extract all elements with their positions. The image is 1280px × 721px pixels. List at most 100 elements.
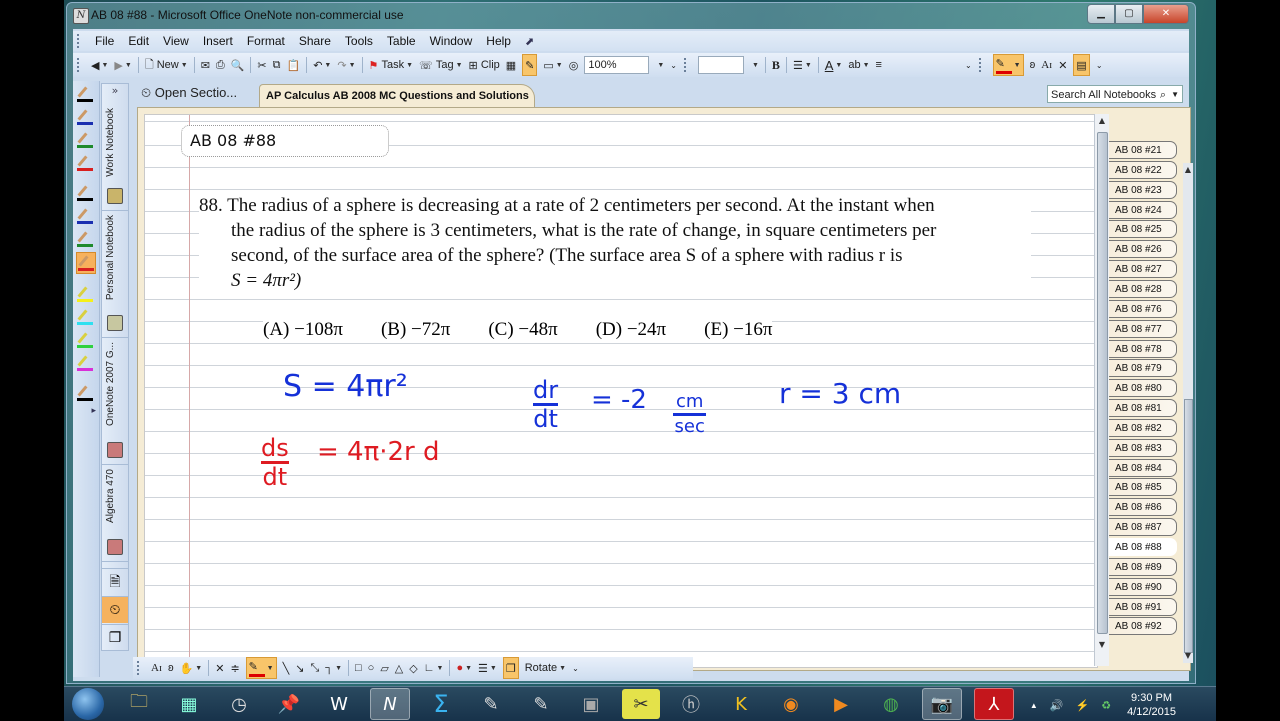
kpaint-icon[interactable]: K bbox=[722, 689, 760, 719]
search-icon[interactable]: ⌕ bbox=[1160, 86, 1166, 104]
pen-swatch[interactable] bbox=[76, 84, 96, 104]
calculator-icon[interactable]: ▣ bbox=[572, 689, 610, 719]
page-tab[interactable]: AB 08 #79 bbox=[1109, 359, 1177, 378]
page-tab[interactable]: AB 08 #87 bbox=[1109, 518, 1177, 537]
toolbar-grip[interactable] bbox=[77, 58, 82, 72]
pen-swatch[interactable] bbox=[76, 252, 96, 274]
page-tab[interactable]: AB 08 #88 bbox=[1109, 538, 1177, 556]
parallelogram-icon[interactable]: ▱ bbox=[380, 658, 388, 678]
pen-swatch[interactable] bbox=[76, 353, 96, 373]
font-color-button[interactable]: A ▼ bbox=[825, 55, 843, 75]
page-tab[interactable]: AB 08 #84 bbox=[1109, 458, 1177, 477]
page-view-icon[interactable]: ▤ bbox=[1073, 54, 1090, 76]
word-icon[interactable]: W bbox=[320, 689, 358, 719]
arrow-icon[interactable]: ↘ bbox=[295, 658, 304, 678]
zoom-dropdown-icon[interactable]: ▼ bbox=[655, 55, 664, 75]
menu-table[interactable]: Table bbox=[380, 34, 423, 48]
acrobat-icon[interactable]: ⅄ bbox=[974, 688, 1014, 720]
line-thickness-icon[interactable]: ☰ ▼ bbox=[478, 658, 497, 678]
scroll-down-icon[interactable]: ▼ bbox=[1183, 649, 1193, 663]
ink-radius[interactable]: r = 3 cm bbox=[779, 377, 901, 410]
page-tab[interactable]: AB 08 #26 bbox=[1109, 240, 1177, 259]
toolbar-options-icon[interactable]: ⌄ bbox=[965, 55, 972, 75]
power-icon[interactable]: ⚡ bbox=[1075, 699, 1089, 712]
paste-icon[interactable]: 📋 bbox=[287, 55, 301, 75]
research-icon[interactable]: ◎ bbox=[569, 55, 579, 75]
page-tab[interactable]: AB 08 #81 bbox=[1109, 399, 1177, 418]
page-tab[interactable]: AB 08 #23 bbox=[1109, 180, 1177, 199]
lasso-icon[interactable]: ʚ bbox=[168, 658, 174, 678]
open-sections-tab[interactable]: ⏲ Open Sectio... bbox=[141, 85, 237, 101]
open-sections-icon[interactable]: ⏲ bbox=[102, 596, 128, 623]
clip-button[interactable]: ⊞ Clip bbox=[469, 55, 500, 75]
video-icon[interactable]: ▭ ▼ bbox=[543, 55, 562, 75]
restore-ribbon-icon[interactable]: ⬈ bbox=[518, 35, 541, 48]
redo-button[interactable]: ↷ ▼ bbox=[337, 55, 355, 75]
menu-edit[interactable]: Edit bbox=[121, 34, 156, 48]
page-title-container[interactable]: AB 08 #88 bbox=[181, 125, 389, 157]
highlight-icon[interactable]: ab ▼ bbox=[848, 55, 869, 75]
menu-insert[interactable]: Insert bbox=[196, 34, 240, 48]
page-tab[interactable]: AB 08 #28 bbox=[1109, 279, 1177, 298]
menu-tools[interactable]: Tools bbox=[338, 34, 380, 48]
toolbar-grip[interactable] bbox=[683, 58, 689, 72]
toolbar-options-icon[interactable]: ⌄ bbox=[1096, 55, 1103, 75]
page-tab[interactable]: AB 08 #24 bbox=[1109, 200, 1177, 219]
file-explorer-icon[interactable]: 🗀 bbox=[120, 689, 158, 719]
all-notebooks-icon[interactable]: ❐ bbox=[102, 624, 128, 651]
page-tab[interactable]: AB 08 #77 bbox=[1109, 319, 1177, 338]
ink-ds-dt-value[interactable]: = 4π·2r d bbox=[317, 437, 440, 467]
page-tab[interactable]: AB 08 #86 bbox=[1109, 498, 1177, 517]
volume-icon[interactable]: 🔊 bbox=[1050, 699, 1064, 712]
cut-icon[interactable]: ✂ bbox=[257, 55, 266, 75]
page-list-scrollbar[interactable]: ▲ ▼ bbox=[1183, 163, 1193, 663]
toolbar-grip[interactable] bbox=[77, 34, 82, 48]
color-picker-icon[interactable]: ● ▼ bbox=[456, 658, 472, 678]
panning-hand-icon[interactable]: ✋ ▼ bbox=[180, 658, 203, 678]
minimize-button[interactable]: ▁ bbox=[1087, 4, 1115, 24]
line-icon[interactable]: ╲ bbox=[283, 658, 290, 678]
paint-icon[interactable]: ✎ bbox=[472, 689, 510, 719]
snipping-icon[interactable]: ✂ bbox=[622, 689, 660, 719]
more-pens-icon[interactable]: ▸ bbox=[73, 406, 99, 416]
pen-swatch[interactable] bbox=[76, 206, 96, 226]
lasso-icon[interactable]: ʚ bbox=[1030, 55, 1036, 75]
scroll-thumb[interactable] bbox=[1097, 132, 1108, 634]
page-tab[interactable]: AB 08 #89 bbox=[1109, 557, 1177, 576]
pen-swatch[interactable] bbox=[76, 130, 96, 150]
page-canvas[interactable]: AB 08 #88 88. The radius of a sphere is … bbox=[144, 114, 1098, 668]
pen-button[interactable]: ✎ ▼ bbox=[992, 54, 1024, 76]
page-tab[interactable]: AB 08 #76 bbox=[1109, 299, 1177, 318]
page-tab[interactable]: AB 08 #78 bbox=[1109, 339, 1177, 358]
toolbar-grip[interactable] bbox=[978, 58, 984, 72]
task-button[interactable]: ⚑ Task ▼ bbox=[369, 55, 414, 75]
pen-mode-icon[interactable]: ✎ bbox=[522, 54, 538, 76]
arrange-icon[interactable]: ❐ bbox=[502, 657, 519, 679]
ink-dr-dt-value[interactable]: = -2 bbox=[591, 385, 647, 415]
maximize-button[interactable]: ▢ bbox=[1115, 4, 1143, 24]
new-button[interactable]: 🗋 New ▼ bbox=[145, 55, 188, 75]
page-tab[interactable]: AB 08 #80 bbox=[1109, 379, 1177, 398]
network-icon[interactable]: ♻ bbox=[1101, 699, 1111, 712]
type-text-icon[interactable]: Aɪ bbox=[151, 658, 162, 678]
pen-swatch[interactable] bbox=[76, 153, 96, 173]
scroll-up-icon[interactable]: ▲ bbox=[1095, 114, 1109, 128]
section-tab-active[interactable]: AP Calculus AB 2008 MC Questions and Sol… bbox=[259, 84, 535, 124]
diamond-icon[interactable]: ◇ bbox=[409, 658, 417, 678]
back-button[interactable]: ◀ ▼ bbox=[91, 55, 108, 75]
pen-swatch[interactable] bbox=[76, 307, 96, 327]
onenote-taskbar-icon[interactable]: N bbox=[370, 688, 410, 720]
notebook-onenote-guide[interactable]: OneNote 2007 G... bbox=[102, 338, 128, 465]
notebook-personal[interactable]: Personal Notebook bbox=[102, 211, 128, 338]
page-tab[interactable]: AB 08 #92 bbox=[1109, 617, 1177, 636]
close-button[interactable]: ✕ bbox=[1143, 4, 1189, 24]
show-hidden-icons[interactable]: ▲ bbox=[1030, 701, 1038, 710]
page-tab[interactable]: AB 08 #25 bbox=[1109, 220, 1177, 239]
firefox-icon[interactable]: ◉ bbox=[772, 689, 810, 719]
type-text-icon[interactable]: Aɪ bbox=[1041, 55, 1052, 75]
graph-axes-icon[interactable]: ∟ ▼ bbox=[424, 658, 444, 678]
pushpin-icon[interactable]: 📌 bbox=[270, 689, 308, 719]
ink-surface-formula[interactable]: S = 4πr² bbox=[283, 369, 408, 404]
pen-swatch[interactable] bbox=[76, 330, 96, 350]
menu-share[interactable]: Share bbox=[292, 34, 338, 48]
